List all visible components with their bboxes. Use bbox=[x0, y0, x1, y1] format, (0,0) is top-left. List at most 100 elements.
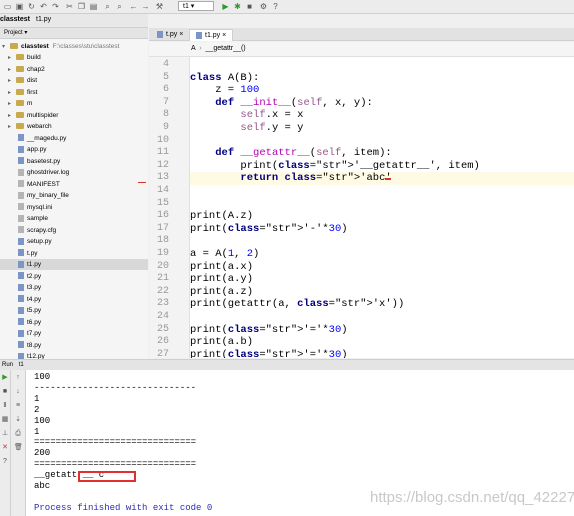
tree-file[interactable]: t5.py bbox=[0, 305, 148, 316]
tree-file[interactable]: t.py bbox=[0, 248, 148, 259]
tree-file[interactable]: t4.py bbox=[0, 294, 148, 305]
close-run-icon[interactable]: ✕ bbox=[1, 444, 9, 452]
trash-icon[interactable]: 🗑 bbox=[14, 444, 23, 452]
tree-folder[interactable]: ▸ build bbox=[0, 52, 148, 63]
copy-icon[interactable]: ❐ bbox=[77, 2, 86, 11]
file-crumb[interactable]: t1.py bbox=[36, 16, 51, 23]
pin-icon[interactable]: ⊥ bbox=[1, 430, 9, 438]
tree-folder[interactable]: ▸ first bbox=[0, 87, 148, 98]
line-number: 6 bbox=[162, 84, 169, 96]
console-line: ------------------------------ bbox=[34, 382, 197, 393]
file-icon bbox=[18, 260, 24, 268]
tree-file[interactable]: mysql.ini bbox=[0, 202, 148, 213]
redo-icon[interactable]: ↷ bbox=[51, 2, 60, 11]
rerun-icon[interactable]: ▶ bbox=[1, 374, 9, 382]
tree-file[interactable]: __magedu.py bbox=[0, 133, 148, 144]
line-number: 9 bbox=[162, 122, 169, 133]
forward-icon[interactable]: → bbox=[141, 2, 150, 11]
tree-file[interactable]: app.py bbox=[0, 144, 148, 155]
tree-item-label: scrapy.cfg bbox=[27, 226, 57, 234]
run-config-name[interactable]: t1 bbox=[19, 362, 24, 368]
line-number: 12 bbox=[156, 159, 169, 171]
stop-run-icon[interactable]: ■ bbox=[1, 388, 9, 396]
replace-icon[interactable]: ⌕ bbox=[115, 2, 124, 11]
down-icon[interactable]: ↓ bbox=[14, 388, 22, 396]
run-icon[interactable]: ▶ bbox=[221, 2, 230, 11]
code-editor[interactable]: class A(B): z = 100 def __init__(self, x… bbox=[190, 57, 574, 358]
tree-item-label: t8.py bbox=[27, 341, 42, 349]
tree-file[interactable]: ghostdriver.log bbox=[0, 167, 148, 178]
cut-icon[interactable]: ✂ bbox=[65, 2, 74, 11]
scroll-end-icon[interactable]: ⇣ bbox=[14, 416, 22, 424]
console-line: 100 bbox=[34, 415, 51, 426]
build-icon[interactable]: ⚒ bbox=[155, 2, 164, 11]
line-number: 5 bbox=[162, 71, 169, 83]
tree-file[interactable]: my_binary_file bbox=[0, 190, 148, 201]
tab-label: t1.py bbox=[205, 32, 221, 39]
open-icon[interactable]: ▭ bbox=[3, 2, 12, 11]
navigation-bar: classtest t1.py bbox=[0, 14, 148, 28]
tree-item-label: multispider bbox=[27, 111, 59, 119]
file-icon bbox=[18, 191, 24, 199]
stop-icon[interactable]: ■ bbox=[245, 2, 254, 11]
help-run-icon[interactable]: ? bbox=[1, 458, 9, 466]
line-number: 19 bbox=[156, 248, 169, 259]
tree-file[interactable]: t1.py bbox=[0, 259, 148, 270]
code-line: print(class="str">'='*30) bbox=[190, 348, 348, 358]
soft-wrap-icon[interactable]: ≡ bbox=[14, 402, 22, 410]
tree-folder[interactable]: ▸ webarch bbox=[0, 121, 148, 132]
tree-file[interactable]: MANIFEST bbox=[0, 179, 148, 190]
tab-t1-py[interactable]: t1.py × bbox=[189, 29, 234, 41]
python-file-icon bbox=[196, 31, 202, 39]
breadcrumb-method[interactable]: __getattr__() bbox=[206, 45, 246, 52]
tree-folder[interactable]: ▸ dist bbox=[0, 75, 148, 86]
tree-folder[interactable]: ▸ multispider bbox=[0, 110, 148, 121]
tree-file[interactable]: t7.py bbox=[0, 328, 148, 339]
console-line: 200 bbox=[34, 448, 51, 459]
project-crumb[interactable]: classtest bbox=[0, 16, 30, 23]
project-panel-title[interactable]: Project bbox=[4, 30, 23, 36]
tree-file[interactable]: setup.py bbox=[0, 236, 148, 247]
code-line: def __init__(self, x, y): bbox=[215, 96, 373, 109]
sync-icon[interactable]: ↻ bbox=[27, 2, 36, 11]
folder-icon bbox=[16, 77, 24, 84]
tree-file[interactable]: t8.py bbox=[0, 340, 148, 351]
line-number: 8 bbox=[162, 109, 169, 121]
run-label: Run bbox=[2, 362, 14, 368]
debug-icon[interactable]: ✱ bbox=[233, 2, 242, 11]
tree-file[interactable]: scrapy.cfg bbox=[0, 225, 148, 236]
console-line: 100 bbox=[34, 372, 51, 382]
line-number: 16 bbox=[156, 210, 169, 222]
line-number: 18 bbox=[156, 235, 169, 247]
tree-file[interactable]: t3.py bbox=[0, 282, 148, 293]
tree-root[interactable]: ▾ classtest F:\classes\stu\classtest bbox=[2, 41, 119, 52]
undo-icon[interactable]: ↶ bbox=[39, 2, 48, 11]
back-icon[interactable]: ← bbox=[129, 2, 138, 11]
print-icon[interactable]: ⎙ bbox=[14, 430, 22, 438]
pause-icon[interactable]: Ⅱ bbox=[1, 402, 9, 410]
tree-file[interactable]: t2.py bbox=[0, 271, 148, 282]
find-icon[interactable]: ⌕ bbox=[103, 2, 112, 11]
paste-icon[interactable]: ▤ bbox=[89, 2, 98, 11]
tree-file[interactable]: basetest.py bbox=[0, 156, 148, 167]
tree-file[interactable]: t6.py bbox=[0, 317, 148, 328]
breadcrumb-class[interactable]: A bbox=[191, 45, 195, 52]
run-config-select[interactable]: t1 ▾ bbox=[178, 1, 214, 11]
tree-folder[interactable]: ▸ m bbox=[0, 98, 148, 109]
tab-label: t.py bbox=[166, 31, 178, 38]
tab-t-py[interactable]: t.py × bbox=[151, 29, 189, 40]
file-icon bbox=[18, 180, 24, 188]
help-icon[interactable]: ? bbox=[271, 2, 280, 11]
tree-item-label: my_binary_file bbox=[27, 192, 69, 199]
code-line: print(a.b) bbox=[190, 336, 254, 349]
settings-icon[interactable]: ⚙ bbox=[259, 2, 268, 11]
save-icon[interactable]: ▣ bbox=[15, 2, 24, 11]
tree-folder[interactable]: ▸ chap2 bbox=[0, 64, 148, 75]
line-number: 25 bbox=[156, 323, 169, 335]
layout-icon[interactable]: ▦ bbox=[1, 416, 9, 424]
tree-file[interactable]: t12.py bbox=[0, 351, 148, 359]
tree-file[interactable]: sample bbox=[0, 213, 148, 224]
line-number: 24 bbox=[156, 311, 169, 322]
code-line: print(getattr(a, class="str">'x')) bbox=[190, 298, 405, 311]
up-icon[interactable]: ↑ bbox=[14, 374, 22, 382]
